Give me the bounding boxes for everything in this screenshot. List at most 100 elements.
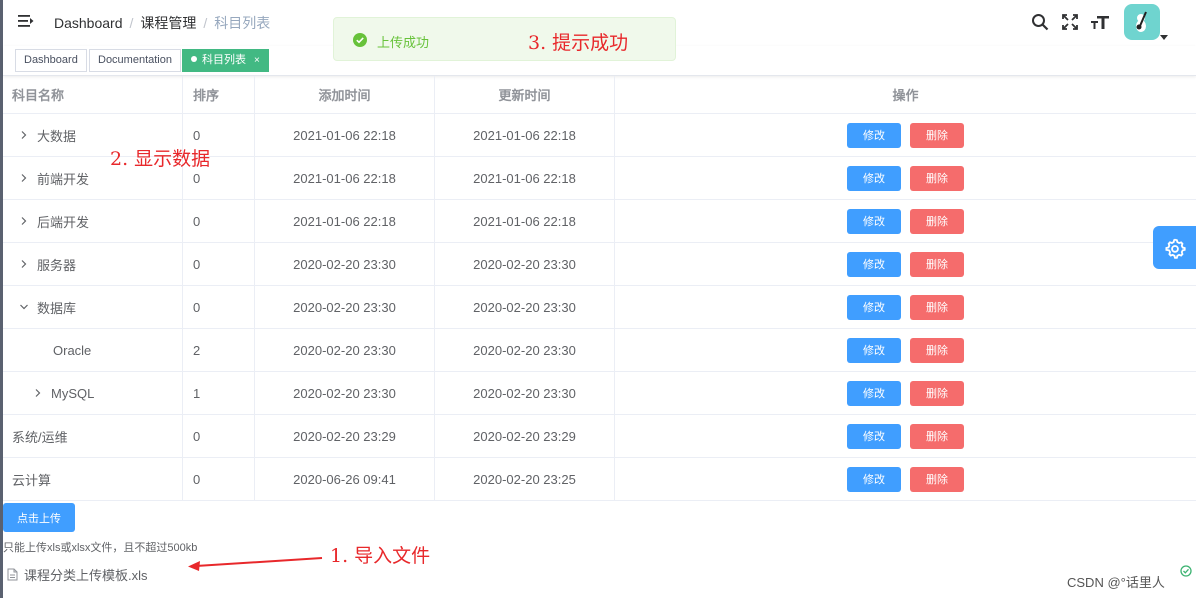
cell-created: 2020-02-20 23:30 [255,329,435,371]
chevron-right-icon[interactable] [17,128,31,142]
edit-button[interactable]: 修改 [847,466,901,492]
chevron-right-icon[interactable] [17,171,31,185]
subject-name: Oracle [53,342,92,358]
annotation-step1: 1. 导入文件 [330,545,431,567]
avatar-caret-wrap[interactable] [1160,4,1174,40]
settings-button[interactable] [1153,226,1196,269]
avatar[interactable] [1124,4,1160,40]
header-name: 科目名称 [3,76,183,113]
cell-updated: 2020-02-20 23:30 [435,329,615,371]
chevron-right-icon[interactable] [17,214,31,228]
check-circle-icon [1180,565,1192,577]
subject-name: 系统/运维 [12,429,68,445]
delete-button[interactable]: 删除 [910,251,964,277]
tag-documentation[interactable]: Documentation [89,49,181,72]
cell-sort: 0 [183,200,255,242]
cell-created: 2020-02-20 23:30 [255,286,435,328]
breadcrumb: Dashboard / 课程管理 / 科目列表 [54,13,270,33]
cell-name: 系统/运维 [3,415,183,457]
cell-sort: 2 [183,329,255,371]
edit-button[interactable]: 修改 [847,423,901,449]
breadcrumb-subject-list: 科目列表 [214,15,271,31]
edit-button[interactable]: 修改 [847,165,901,191]
tag-label: Dashboard [24,54,78,66]
document-icon [7,568,18,581]
tag-dashboard[interactable]: Dashboard [15,49,87,72]
chevron-right-icon[interactable] [17,257,31,271]
cell-updated: 2021-01-06 22:18 [435,157,615,199]
chevron-right-icon[interactable] [31,386,45,400]
cell-sort: 0 [183,286,255,328]
file-name: 课程分类上传模板.xls [24,568,148,583]
upload-tip: 只能上传xls或xlsx文件，且不超过500kb [3,542,198,554]
header-created: 添加时间 [255,76,435,113]
cell-created: 2020-02-20 23:30 [255,243,435,285]
delete-button[interactable]: 删除 [910,337,964,363]
cell-created: 2021-01-06 22:18 [255,157,435,199]
cell-updated: 2020-02-20 23:29 [435,415,615,457]
delete-button[interactable]: 删除 [910,122,964,148]
tag-label: Documentation [98,54,172,66]
fullscreen-icon[interactable] [1060,12,1080,32]
caret-down-icon [1160,35,1168,40]
active-dot-icon [191,56,197,62]
edit-button[interactable]: 修改 [847,380,901,406]
breadcrumb-separator: / [129,15,134,31]
cell-updated: 2020-02-20 23:30 [435,286,615,328]
cell-sort: 0 [183,243,255,285]
table-row: 系统/运维 0 2020-02-20 23:29 2020-02-20 23:29 修改… [3,415,1196,458]
check-circle-icon [353,33,367,47]
delete-button[interactable]: 删除 [910,466,964,492]
cell-updated: 2020-02-20 23:30 [435,372,615,414]
edit-button[interactable]: 修改 [847,122,901,148]
breadcrumb-dashboard[interactable]: Dashboard [54,15,123,31]
delete-button[interactable]: 删除 [910,423,964,449]
cell-name: 云计算 [3,458,183,500]
cell-actions: 修改 删除 [615,415,1196,457]
upload-button[interactable]: 点击上传 [3,503,75,532]
uploaded-file[interactable]: 课程分类上传模板.xls [7,565,148,584]
edit-button[interactable]: 修改 [847,251,901,277]
edit-button[interactable]: 修改 [847,208,901,234]
tag-subject-list[interactable]: 科目列表 × [182,49,269,72]
cell-name: MySQL [3,372,183,414]
subject-name: 云计算 [12,472,52,488]
search-icon[interactable] [1030,12,1050,32]
delete-button[interactable]: 删除 [910,208,964,234]
subject-name: 数据库 [37,300,77,316]
tag-label: 科目列表 [202,54,246,66]
delete-button[interactable]: 删除 [910,294,964,320]
delete-button[interactable]: 删除 [910,380,964,406]
cell-created: 2021-01-06 22:18 [255,114,435,156]
cell-actions: 修改 删除 [615,200,1196,242]
chevron-down-icon[interactable] [17,300,31,314]
watermark: CSDN @°话里人 [1067,575,1165,590]
subject-name: 前端开发 [37,171,90,187]
table-row: MySQL 1 2020-02-20 23:30 2020-02-20 23:30 修改… [3,372,1196,415]
edit-button[interactable]: 修改 [847,294,901,320]
table-header: 科目名称 排序 添加时间 更新时间 操作 [3,76,1196,114]
delete-button[interactable]: 删除 [910,165,964,191]
annotation-step3: 3. 提示成功 [528,32,629,54]
header-sort: 排序 [183,76,255,113]
subject-name: MySQL [51,385,95,401]
cell-sort: 1 [183,372,255,414]
hamburger-icon[interactable] [17,12,35,30]
navbar-actions [1020,4,1174,40]
annotation-arrow-icon [188,557,323,571]
header-actions: 操作 [892,88,919,103]
cell-actions: 修改 删除 [615,157,1196,199]
table-row: 数据库 0 2020-02-20 23:30 2020-02-20 23:30 修改 删除 [3,286,1196,329]
table-row: Oracle 2 2020-02-20 23:30 2020-02-20 23:30 修… [3,329,1196,372]
cell-actions: 修改 删除 [615,372,1196,414]
cell-actions: 修改 删除 [615,329,1196,371]
annotation-step2: 2. 显示数据 [110,148,211,170]
cell-updated: 2021-01-06 22:18 [435,114,615,156]
font-size-icon[interactable] [1090,12,1110,32]
cell-updated: 2021-01-06 22:18 [435,200,615,242]
cell-created: 2020-02-20 23:30 [255,372,435,414]
close-icon[interactable]: × [254,55,260,66]
breadcrumb-course-management[interactable]: 课程管理 [140,13,196,33]
table-row: 后端开发 0 2021-01-06 22:18 2021-01-06 22:18 修改删… [3,200,1196,243]
edit-button[interactable]: 修改 [847,337,901,363]
